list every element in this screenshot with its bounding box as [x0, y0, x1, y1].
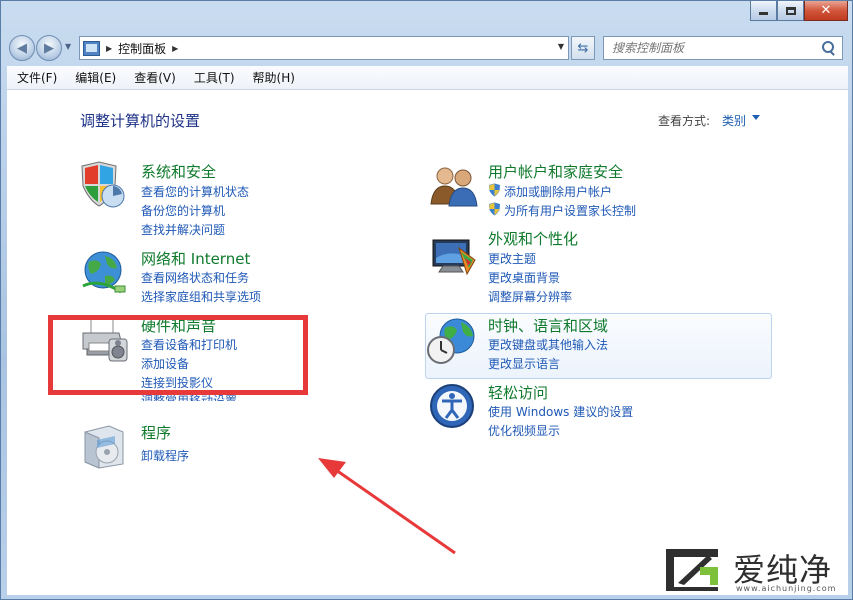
- recent-pages-dropdown[interactable]: ▼: [65, 42, 71, 51]
- uac-shield-icon: [489, 183, 500, 197]
- appearance-link[interactable]: 调整屏幕分辨率: [488, 288, 572, 305]
- search-icon[interactable]: [818, 38, 838, 58]
- system-security-link[interactable]: 查看您的计算机状态: [141, 183, 249, 200]
- ease-link[interactable]: 使用 Windows 建议的设置: [488, 403, 633, 420]
- highlight-annotation-box: [48, 315, 308, 395]
- maximize-icon: [785, 6, 796, 15]
- network-link[interactable]: 选择家庭组和共享选项: [141, 288, 261, 305]
- programs-link[interactable]: 卸载程序: [141, 447, 189, 464]
- view-by-label: 查看方式:: [658, 114, 711, 128]
- appearance-link[interactable]: 更改桌面背景: [488, 269, 560, 286]
- users-icon[interactable]: [429, 160, 479, 210]
- minimize-button[interactable]: [750, 1, 777, 21]
- back-button[interactable]: ◀: [9, 35, 35, 61]
- appearance-link[interactable]: 更改主题: [488, 250, 536, 267]
- forward-button[interactable]: ▶: [36, 35, 62, 61]
- breadcrumb-control-panel[interactable]: 控制面板: [118, 40, 166, 57]
- close-icon: ✕: [820, 3, 832, 18]
- system-security-title[interactable]: 系统和安全: [141, 161, 216, 182]
- refresh-icon: ⇆: [577, 40, 589, 56]
- programs-box-icon[interactable]: [79, 422, 129, 472]
- system-security-link[interactable]: 备份您的计算机: [141, 202, 225, 219]
- network-title[interactable]: 网络和 Internet: [141, 248, 250, 269]
- user-accounts-link[interactable]: 为所有用户设置家长控制: [504, 202, 636, 219]
- control-panel-icon: [83, 40, 100, 56]
- forward-arrow-icon: ▶: [44, 40, 54, 56]
- title-bar: ✕: [1, 1, 853, 31]
- search-box[interactable]: [603, 36, 843, 60]
- menu-view[interactable]: 查看(V): [124, 69, 184, 86]
- user-accounts-link[interactable]: 添加或删除用户帐户: [504, 183, 612, 200]
- caption-buttons: ✕: [750, 1, 848, 21]
- clock-link[interactable]: 更改键盘或其他输入法: [488, 336, 608, 353]
- appearance-monitor-icon[interactable]: [429, 230, 479, 280]
- view-by-dropdown-icon[interactable]: [752, 115, 760, 120]
- appearance-title[interactable]: 外观和个性化: [488, 228, 578, 249]
- network-globe-icon[interactable]: [79, 248, 129, 298]
- search-input[interactable]: [604, 38, 818, 58]
- programs-title[interactable]: 程序: [141, 422, 171, 443]
- clock-link[interactable]: 更改显示语言: [488, 355, 560, 372]
- minimize-icon: [759, 12, 768, 15]
- address-bar[interactable]: ▶ 控制面板 ▶ ▼: [79, 36, 569, 60]
- page-title: 调整计算机的设置: [80, 112, 201, 130]
- menu-bar: 文件(F) 编辑(E) 查看(V) 工具(T) 帮助(H): [7, 66, 848, 90]
- watermark-url: www.aichunjing.com: [736, 584, 837, 593]
- refresh-button[interactable]: ⇆: [571, 36, 595, 60]
- uac-shield-icon: [489, 202, 500, 216]
- user-accounts-title[interactable]: 用户帐户和家庭安全: [488, 161, 623, 182]
- address-row: ◀ ▶ ▼ ▶ 控制面板 ▶ ▼ ⇆: [1, 31, 853, 64]
- window-frame: ✕ ◀ ▶ ▼ ▶ 控制面板 ▶ ▼ ⇆ 文件(F) 编辑(E) 查看(V) 工…: [0, 0, 853, 600]
- clock-title[interactable]: 时钟、语言和区域: [488, 315, 608, 336]
- menu-help[interactable]: 帮助(H): [243, 69, 303, 86]
- clock-globe-icon[interactable]: [427, 316, 477, 366]
- back-arrow-icon: ◀: [17, 40, 27, 56]
- breadcrumb-separator-icon[interactable]: ▶: [106, 44, 112, 53]
- ease-of-access-icon[interactable]: [428, 382, 478, 432]
- ease-link[interactable]: 优化视频显示: [488, 422, 560, 439]
- ease-title[interactable]: 轻松访问: [488, 382, 548, 403]
- menu-tools[interactable]: 工具(T): [184, 69, 243, 86]
- maximize-button[interactable]: [777, 1, 804, 21]
- menu-edit[interactable]: 编辑(E): [65, 69, 124, 86]
- network-link[interactable]: 查看网络状态和任务: [141, 269, 249, 286]
- menu-file[interactable]: 文件(F): [7, 69, 65, 86]
- breadcrumb-chevron-icon[interactable]: ▶: [172, 44, 178, 53]
- system-security-link[interactable]: 查找并解决问题: [141, 221, 225, 238]
- close-button[interactable]: ✕: [804, 1, 848, 21]
- shield-icon[interactable]: [77, 160, 127, 210]
- address-dropdown-icon[interactable]: ▼: [558, 42, 564, 51]
- view-by-dropdown[interactable]: 类别: [722, 112, 746, 129]
